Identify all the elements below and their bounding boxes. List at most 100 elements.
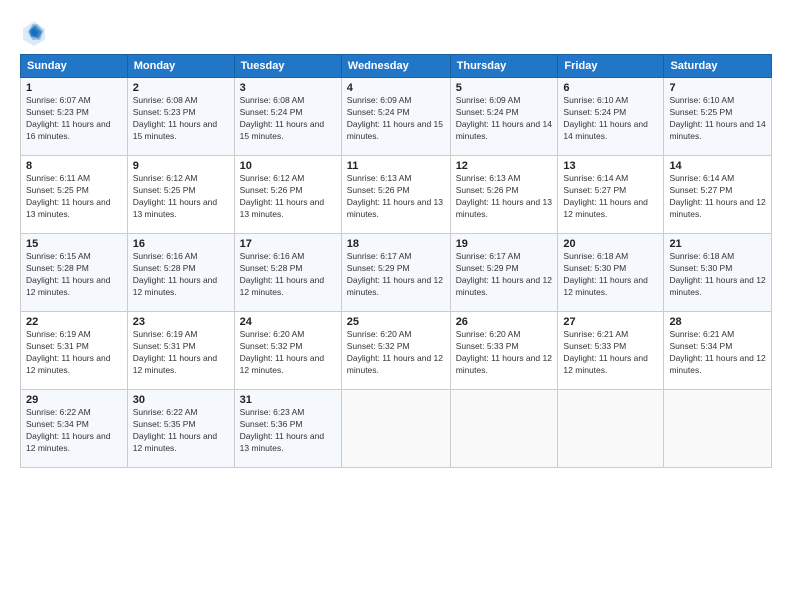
calendar-cell: 11 Sunrise: 6:13 AM Sunset: 5:26 PM Dayl…: [341, 156, 450, 234]
sunrise-label: Sunrise: 6:17 AM: [456, 251, 521, 261]
day-info: Sunrise: 6:16 AM Sunset: 5:28 PM Dayligh…: [240, 251, 336, 299]
day-info: Sunrise: 6:16 AM Sunset: 5:28 PM Dayligh…: [133, 251, 229, 299]
weekday-header-monday: Monday: [127, 55, 234, 78]
day-number: 21: [669, 238, 766, 250]
day-number: 26: [456, 316, 553, 328]
sunrise-label: Sunrise: 6:13 AM: [456, 173, 521, 183]
sunrise-label: Sunrise: 6:09 AM: [456, 95, 521, 105]
daylight-label: Daylight: 11 hours and 12 minutes.: [240, 275, 324, 297]
day-info: Sunrise: 6:18 AM Sunset: 5:30 PM Dayligh…: [563, 251, 658, 299]
day-number: 9: [133, 160, 229, 172]
daylight-label: Daylight: 11 hours and 12 minutes.: [133, 275, 217, 297]
calendar-week-3: 15 Sunrise: 6:15 AM Sunset: 5:28 PM Dayl…: [21, 234, 772, 312]
sunrise-label: Sunrise: 6:10 AM: [563, 95, 628, 105]
logo-icon: [20, 18, 48, 46]
day-number: 13: [563, 160, 658, 172]
daylight-label: Daylight: 11 hours and 12 minutes.: [133, 353, 217, 375]
sunrise-label: Sunrise: 6:19 AM: [26, 329, 91, 339]
daylight-label: Daylight: 11 hours and 12 minutes.: [347, 353, 443, 375]
sunrise-label: Sunrise: 6:11 AM: [26, 173, 90, 183]
sunset-label: Sunset: 5:36 PM: [240, 419, 303, 429]
day-number: 6: [563, 82, 658, 94]
calendar-cell: 26 Sunrise: 6:20 AM Sunset: 5:33 PM Dayl…: [450, 312, 558, 390]
calendar-cell: 24 Sunrise: 6:20 AM Sunset: 5:32 PM Dayl…: [234, 312, 341, 390]
day-info: Sunrise: 6:09 AM Sunset: 5:24 PM Dayligh…: [347, 95, 445, 143]
day-info: Sunrise: 6:12 AM Sunset: 5:26 PM Dayligh…: [240, 173, 336, 221]
sunset-label: Sunset: 5:28 PM: [133, 263, 196, 273]
sunset-label: Sunset: 5:28 PM: [26, 263, 89, 273]
daylight-label: Daylight: 11 hours and 12 minutes.: [669, 353, 765, 375]
daylight-label: Daylight: 11 hours and 13 minutes.: [456, 197, 552, 219]
sunrise-label: Sunrise: 6:15 AM: [26, 251, 91, 261]
sunset-label: Sunset: 5:24 PM: [240, 107, 303, 117]
sunset-label: Sunset: 5:26 PM: [240, 185, 303, 195]
calendar-cell: [341, 390, 450, 468]
daylight-label: Daylight: 11 hours and 12 minutes.: [563, 197, 647, 219]
day-info: Sunrise: 6:14 AM Sunset: 5:27 PM Dayligh…: [563, 173, 658, 221]
day-number: 25: [347, 316, 445, 328]
calendar-table: SundayMondayTuesdayWednesdayThursdayFrid…: [20, 54, 772, 468]
sunrise-label: Sunrise: 6:22 AM: [133, 407, 198, 417]
sunrise-label: Sunrise: 6:12 AM: [240, 173, 305, 183]
day-number: 30: [133, 394, 229, 406]
daylight-label: Daylight: 11 hours and 12 minutes.: [563, 275, 647, 297]
calendar-cell: 5 Sunrise: 6:09 AM Sunset: 5:24 PM Dayli…: [450, 78, 558, 156]
day-info: Sunrise: 6:10 AM Sunset: 5:24 PM Dayligh…: [563, 95, 658, 143]
sunset-label: Sunset: 5:30 PM: [669, 263, 732, 273]
calendar-week-2: 8 Sunrise: 6:11 AM Sunset: 5:25 PM Dayli…: [21, 156, 772, 234]
sunset-label: Sunset: 5:28 PM: [240, 263, 303, 273]
day-info: Sunrise: 6:22 AM Sunset: 5:35 PM Dayligh…: [133, 407, 229, 455]
sunrise-label: Sunrise: 6:23 AM: [240, 407, 305, 417]
daylight-label: Daylight: 11 hours and 12 minutes.: [240, 353, 324, 375]
day-info: Sunrise: 6:15 AM Sunset: 5:28 PM Dayligh…: [26, 251, 122, 299]
calendar-cell: 4 Sunrise: 6:09 AM Sunset: 5:24 PM Dayli…: [341, 78, 450, 156]
sunrise-label: Sunrise: 6:21 AM: [563, 329, 628, 339]
calendar-cell: 15 Sunrise: 6:15 AM Sunset: 5:28 PM Dayl…: [21, 234, 128, 312]
day-number: 8: [26, 160, 122, 172]
daylight-label: Daylight: 11 hours and 14 minutes.: [563, 119, 647, 141]
calendar-cell: 30 Sunrise: 6:22 AM Sunset: 5:35 PM Dayl…: [127, 390, 234, 468]
day-info: Sunrise: 6:21 AM Sunset: 5:33 PM Dayligh…: [563, 329, 658, 377]
day-info: Sunrise: 6:11 AM Sunset: 5:25 PM Dayligh…: [26, 173, 122, 221]
sunrise-label: Sunrise: 6:14 AM: [563, 173, 628, 183]
calendar-cell: 22 Sunrise: 6:19 AM Sunset: 5:31 PM Dayl…: [21, 312, 128, 390]
calendar-cell: 8 Sunrise: 6:11 AM Sunset: 5:25 PM Dayli…: [21, 156, 128, 234]
sunset-label: Sunset: 5:33 PM: [563, 341, 626, 351]
sunrise-label: Sunrise: 6:20 AM: [456, 329, 521, 339]
sunrise-label: Sunrise: 6:08 AM: [240, 95, 305, 105]
calendar-cell: [664, 390, 772, 468]
calendar-cell: 7 Sunrise: 6:10 AM Sunset: 5:25 PM Dayli…: [664, 78, 772, 156]
daylight-label: Daylight: 11 hours and 13 minutes.: [133, 197, 217, 219]
calendar-cell: 23 Sunrise: 6:19 AM Sunset: 5:31 PM Dayl…: [127, 312, 234, 390]
weekday-header-thursday: Thursday: [450, 55, 558, 78]
sunset-label: Sunset: 5:24 PM: [563, 107, 626, 117]
day-number: 15: [26, 238, 122, 250]
day-info: Sunrise: 6:23 AM Sunset: 5:36 PM Dayligh…: [240, 407, 336, 455]
sunrise-label: Sunrise: 6:20 AM: [347, 329, 412, 339]
day-number: 3: [240, 82, 336, 94]
day-info: Sunrise: 6:17 AM Sunset: 5:29 PM Dayligh…: [456, 251, 553, 299]
weekday-header-friday: Friday: [558, 55, 664, 78]
sunrise-label: Sunrise: 6:16 AM: [133, 251, 198, 261]
sunrise-label: Sunrise: 6:17 AM: [347, 251, 412, 261]
daylight-label: Daylight: 11 hours and 12 minutes.: [456, 353, 552, 375]
sunrise-label: Sunrise: 6:12 AM: [133, 173, 198, 183]
daylight-label: Daylight: 11 hours and 12 minutes.: [347, 275, 443, 297]
calendar-cell: 29 Sunrise: 6:22 AM Sunset: 5:34 PM Dayl…: [21, 390, 128, 468]
day-info: Sunrise: 6:19 AM Sunset: 5:31 PM Dayligh…: [133, 329, 229, 377]
calendar-cell: 10 Sunrise: 6:12 AM Sunset: 5:26 PM Dayl…: [234, 156, 341, 234]
sunset-label: Sunset: 5:25 PM: [26, 185, 89, 195]
day-info: Sunrise: 6:20 AM Sunset: 5:32 PM Dayligh…: [347, 329, 445, 377]
sunrise-label: Sunrise: 6:14 AM: [669, 173, 734, 183]
page: SundayMondayTuesdayWednesdayThursdayFrid…: [0, 0, 792, 612]
sunset-label: Sunset: 5:23 PM: [133, 107, 196, 117]
daylight-label: Daylight: 11 hours and 13 minutes.: [240, 197, 324, 219]
calendar-week-4: 22 Sunrise: 6:19 AM Sunset: 5:31 PM Dayl…: [21, 312, 772, 390]
sunrise-label: Sunrise: 6:20 AM: [240, 329, 305, 339]
day-info: Sunrise: 6:13 AM Sunset: 5:26 PM Dayligh…: [347, 173, 445, 221]
weekday-header-sunday: Sunday: [21, 55, 128, 78]
sunrise-label: Sunrise: 6:09 AM: [347, 95, 412, 105]
sunrise-label: Sunrise: 6:22 AM: [26, 407, 91, 417]
sunset-label: Sunset: 5:24 PM: [347, 107, 410, 117]
day-number: 28: [669, 316, 766, 328]
